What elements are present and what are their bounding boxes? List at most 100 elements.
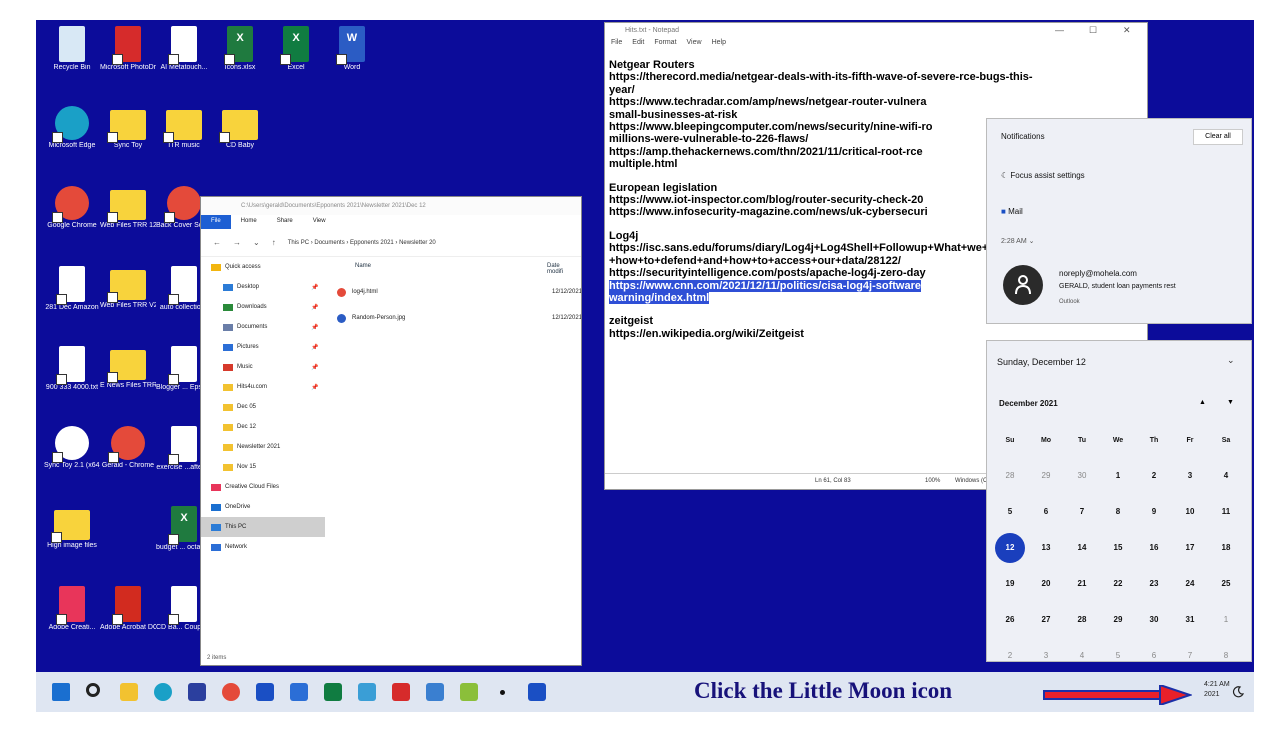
- chevron-down-icon[interactable]: ⌄: [1029, 238, 1035, 245]
- calendar-month[interactable]: December 2021: [999, 399, 1058, 408]
- menu-item-edit[interactable]: Edit: [632, 39, 644, 53]
- desktop-icon[interactable]: Adobe Acrobat DC: [100, 586, 156, 632]
- desktop-icon[interactable]: AI Metatouch...: [156, 26, 212, 72]
- menu-item-format[interactable]: Format: [654, 39, 676, 53]
- close-icon[interactable]: ✕: [1123, 25, 1131, 36]
- app-icon[interactable]: [358, 683, 376, 701]
- search-icon[interactable]: [86, 683, 100, 697]
- calendar-day[interactable]: 14: [1067, 533, 1097, 563]
- desktop-icon[interactable]: Gerald - Chrome: [100, 426, 156, 470]
- clock[interactable]: 4:21 AM 2021: [1204, 680, 1230, 700]
- nav-item-dec-12[interactable]: Dec 12: [201, 417, 325, 437]
- file-row[interactable]: Random-Person.jpg 12/12/2021: [337, 309, 581, 327]
- forward-icon[interactable]: →: [233, 238, 241, 247]
- calendar-day[interactable]: 21: [1067, 569, 1097, 599]
- calendar-day[interactable]: 4: [1211, 461, 1241, 491]
- up-icon[interactable]: ↑: [272, 238, 276, 247]
- mail-app-group[interactable]: ■ Mail: [1001, 207, 1023, 216]
- nav-item-creative-cloud-files[interactable]: Creative Cloud Files: [201, 477, 325, 497]
- calendar-day[interactable]: 5: [1103, 641, 1133, 671]
- nav-item-network[interactable]: Network: [201, 537, 325, 557]
- mail-icon[interactable]: [256, 683, 274, 701]
- breadcrumb[interactable]: This PC › Documents › Epponents 2021 › N…: [288, 240, 436, 246]
- calendar-day[interactable]: 8: [1211, 641, 1241, 671]
- clear-all-button[interactable]: Clear all: [1193, 129, 1243, 145]
- edge-icon[interactable]: [154, 683, 172, 701]
- calendar-day[interactable]: 23: [1139, 569, 1169, 599]
- menu-item-file[interactable]: File: [611, 39, 622, 53]
- nav-item-dec-05[interactable]: Dec 05: [201, 397, 325, 417]
- notepad-icon[interactable]: [426, 683, 444, 701]
- nav-item-documents[interactable]: Documents 📌: [201, 317, 325, 337]
- file-explorer-window[interactable]: C:\Users\gerald\Documents\Epponents 2021…: [200, 196, 582, 666]
- desktop-icon[interactable]: Web Files TRR V2 ...: [100, 266, 156, 310]
- calendar-day[interactable]: 3: [1175, 461, 1205, 491]
- moon-icon[interactable]: [1232, 686, 1244, 698]
- maximize-icon[interactable]: ☐: [1089, 25, 1097, 36]
- calendar-day[interactable]: 19: [995, 569, 1025, 599]
- start-icon[interactable]: [52, 683, 70, 701]
- previous-month-icon[interactable]: ▲: [1199, 399, 1206, 406]
- desktop-icon[interactable]: X Icons.xlsx: [212, 26, 268, 72]
- notepad-title-bar[interactable]: Hits.txt - Notepad — ☐ ✕: [605, 23, 1147, 39]
- nav-item-music[interactable]: Music 📌: [201, 357, 325, 377]
- explorer-title-bar[interactable]: C:\Users\gerald\Documents\Epponents 2021…: [201, 197, 581, 215]
- calendar-day[interactable]: 15: [1103, 533, 1133, 563]
- desktop-icon[interactable]: X Excel: [268, 26, 324, 72]
- calendar-day[interactable]: 25: [1211, 569, 1241, 599]
- photodraw-icon[interactable]: [392, 683, 410, 701]
- image-viewer-icon[interactable]: [460, 683, 478, 701]
- desktop-icon[interactable]: Microsoft Edge: [44, 106, 100, 150]
- calendar-day[interactable]: 29: [1103, 605, 1133, 635]
- calendar-day[interactable]: 24: [1175, 569, 1205, 599]
- nav-item-pictures[interactable]: Pictures 📌: [201, 337, 325, 357]
- nav-item-nov-15[interactable]: Nov 15: [201, 457, 325, 477]
- desktop-icon[interactable]: W Word: [324, 26, 380, 72]
- recent-chevron-icon[interactable]: ⌄: [253, 238, 260, 247]
- calendar-day[interactable]: 13: [1031, 533, 1061, 563]
- calendar-day[interactable]: 30: [1067, 461, 1097, 491]
- desktop-icon[interactable]: Sync Toy: [100, 106, 156, 150]
- nav-item-newsletter-2021[interactable]: Newsletter 2021: [201, 437, 325, 457]
- nav-item-desktop[interactable]: Desktop 📌: [201, 277, 325, 297]
- calendar-day[interactable]: 10: [1175, 497, 1205, 527]
- calendar-day[interactable]: 28: [1067, 605, 1097, 635]
- next-month-icon[interactable]: ▼: [1227, 399, 1234, 406]
- desktop-icon[interactable]: CD Baby: [212, 106, 268, 150]
- desktop-icon[interactable]: High image files: [44, 506, 100, 550]
- desktop-icon[interactable]: Sync Toy 2.1 (x64): [44, 426, 100, 470]
- calendar-day[interactable]: 6: [1139, 641, 1169, 671]
- calendar-day[interactable]: 26: [995, 605, 1025, 635]
- ribbon-tab-view[interactable]: View: [303, 215, 336, 229]
- calendar-day[interactable]: 28: [995, 461, 1025, 491]
- ribbon-tab-file[interactable]: File: [201, 215, 231, 229]
- back-icon[interactable]: ←: [213, 238, 221, 247]
- desktop-icon[interactable]: E News Files TRR 12.11: [100, 346, 156, 390]
- excel-icon[interactable]: [324, 683, 342, 701]
- minimize-icon[interactable]: —: [1055, 25, 1064, 35]
- calendar-day[interactable]: 5: [995, 497, 1025, 527]
- nav-item-hits4u-com[interactable]: Hits4u.com 📌: [201, 377, 325, 397]
- ribbon-tab-share[interactable]: Share: [267, 215, 303, 229]
- desktop-icon[interactable]: 900 333 4000.txt: [44, 346, 100, 392]
- calendar-day[interactable]: 20: [1031, 569, 1061, 599]
- calendar-day[interactable]: 16: [1139, 533, 1169, 563]
- desktop-icon[interactable]: ITR music: [156, 106, 212, 150]
- chrome-icon[interactable]: [222, 683, 240, 701]
- calendar-day[interactable]: 17: [1175, 533, 1205, 563]
- calendar-day[interactable]: 4: [1067, 641, 1097, 671]
- calendar-day[interactable]: 31: [1175, 605, 1205, 635]
- calendar-day[interactable]: 2: [1139, 461, 1169, 491]
- calendar-day[interactable]: 11: [1211, 497, 1241, 527]
- desktop-icon[interactable]: Google Chrome: [44, 186, 100, 230]
- calendar-day[interactable]: 3: [1031, 641, 1061, 671]
- desktop-icon[interactable]: 281 Dec Amazon: [44, 266, 100, 312]
- file-explorer-icon[interactable]: [120, 683, 138, 701]
- calendar-day[interactable]: 8: [1103, 497, 1133, 527]
- settings-icon[interactable]: [528, 683, 546, 701]
- menu-item-view[interactable]: View: [687, 39, 702, 53]
- column-date[interactable]: Date modifi: [547, 263, 577, 275]
- calendar-day[interactable]: 7: [1067, 497, 1097, 527]
- calendar-day[interactable]: 6: [1031, 497, 1061, 527]
- calendar-day[interactable]: 22: [1103, 569, 1133, 599]
